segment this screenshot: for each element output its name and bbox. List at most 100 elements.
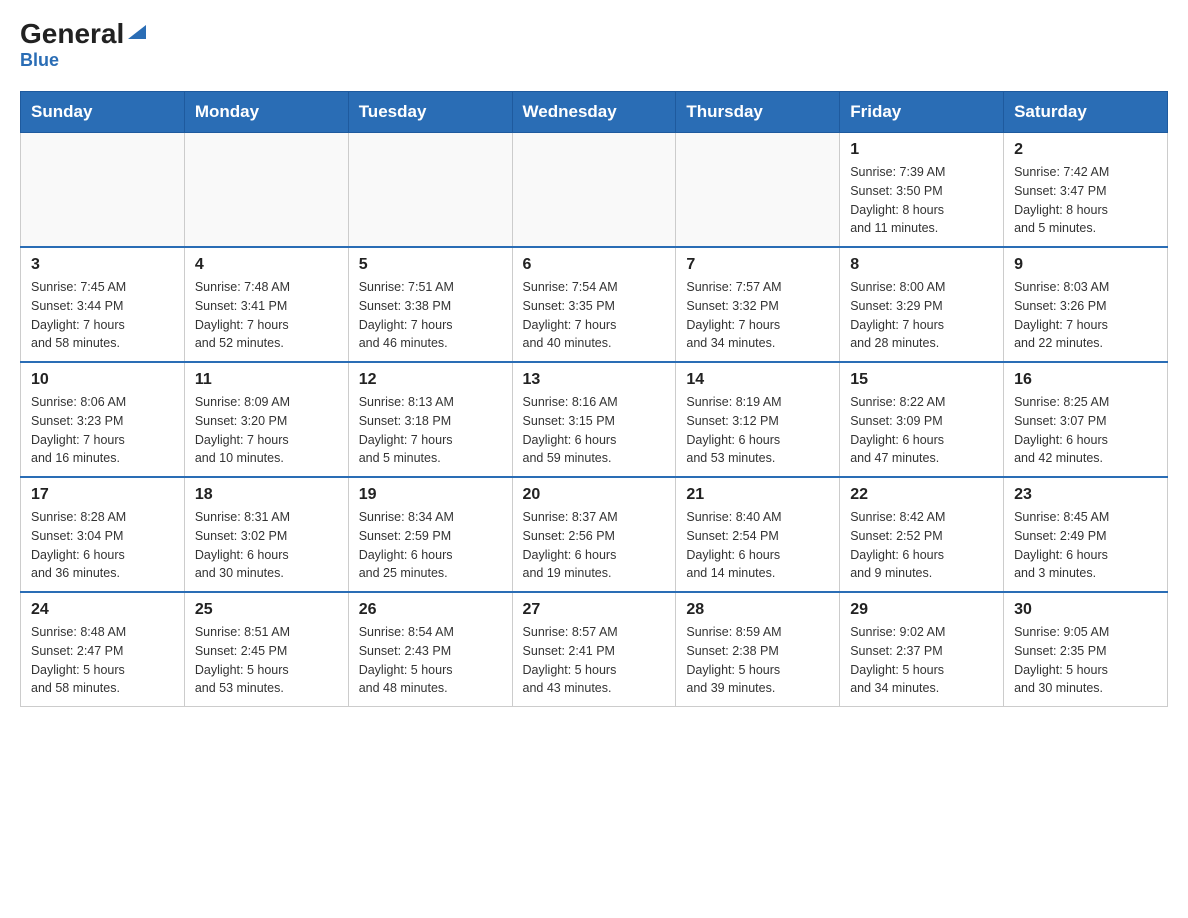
- day-number: 29: [850, 601, 993, 619]
- calendar-cell: 24 Sunrise: 8:48 AMSunset: 2:47 PMDayligh…: [21, 592, 185, 707]
- day-info: Sunrise: 8:22 AMSunset: 3:09 PMDaylight:…: [850, 393, 993, 468]
- calendar-cell: 14 Sunrise: 8:19 AMSunset: 3:12 PMDayligh…: [676, 362, 840, 477]
- day-info: Sunrise: 7:51 AMSunset: 3:38 PMDaylight:…: [359, 278, 502, 353]
- calendar-table: SundayMondayTuesdayWednesdayThursdayFrid…: [20, 91, 1168, 707]
- day-info: Sunrise: 8:34 AMSunset: 2:59 PMDaylight:…: [359, 508, 502, 583]
- calendar-cell: 7Sunrise: 7:57 AMSunset: 3:32 PMDaylight…: [676, 247, 840, 362]
- header-tuesday: Tuesday: [348, 92, 512, 133]
- calendar-cell: 28 Sunrise: 8:59 AMSunset: 2:38 PMDayligh…: [676, 592, 840, 707]
- day-info: Sunrise: 8:28 AMSunset: 3:04 PMDaylight:…: [31, 508, 174, 583]
- day-info: Sunrise: 8:09 AMSunset: 3:20 PMDaylight:…: [195, 393, 338, 468]
- day-number: 4: [195, 256, 338, 274]
- calendar-week-5: 24 Sunrise: 8:48 AMSunset: 2:47 PMDayligh…: [21, 592, 1168, 707]
- day-number: 16: [1014, 371, 1157, 389]
- day-info: Sunrise: 7:42 AMSunset: 3:47 PMDaylight:…: [1014, 163, 1157, 238]
- day-number: 18: [195, 486, 338, 504]
- day-number: 9: [1014, 256, 1157, 274]
- day-number: 28: [686, 601, 829, 619]
- day-info: Sunrise: 8:25 AMSunset: 3:07 PMDaylight:…: [1014, 393, 1157, 468]
- calendar-cell: 19 Sunrise: 8:34 AMSunset: 2:59 PMDayligh…: [348, 477, 512, 592]
- day-info: Sunrise: 8:13 AMSunset: 3:18 PMDaylight:…: [359, 393, 502, 468]
- calendar-cell: 29Sunrise: 9:02 AMSunset: 2:37 PMDayligh…: [840, 592, 1004, 707]
- calendar-week-2: 3 Sunrise: 7:45 AMSunset: 3:44 PMDaylight…: [21, 247, 1168, 362]
- calendar-cell: 4 Sunrise: 7:48 AMSunset: 3:41 PMDaylight…: [184, 247, 348, 362]
- day-number: 23: [1014, 486, 1157, 504]
- calendar-cell: 18 Sunrise: 8:31 AMSunset: 3:02 PMDayligh…: [184, 477, 348, 592]
- calendar-cell: 17 Sunrise: 8:28 AMSunset: 3:04 PMDayligh…: [21, 477, 185, 592]
- calendar-cell: [21, 133, 185, 248]
- day-number: 2: [1014, 141, 1157, 159]
- day-info: Sunrise: 8:06 AMSunset: 3:23 PMDaylight:…: [31, 393, 174, 468]
- day-number: 14: [686, 371, 829, 389]
- day-number: 5: [359, 256, 502, 274]
- day-number: 25: [195, 601, 338, 619]
- day-info: Sunrise: 8:51 AMSunset: 2:45 PMDaylight:…: [195, 623, 338, 698]
- day-info: Sunrise: 8:03 AMSunset: 3:26 PMDaylight:…: [1014, 278, 1157, 353]
- day-number: 20: [523, 486, 666, 504]
- calendar-week-4: 17 Sunrise: 8:28 AMSunset: 3:04 PMDayligh…: [21, 477, 1168, 592]
- day-number: 17: [31, 486, 174, 504]
- day-info: Sunrise: 8:16 AMSunset: 3:15 PMDaylight:…: [523, 393, 666, 468]
- day-number: 24: [31, 601, 174, 619]
- day-info: Sunrise: 8:57 AMSunset: 2:41 PMDaylight:…: [523, 623, 666, 698]
- day-number: 19: [359, 486, 502, 504]
- day-number: 26: [359, 601, 502, 619]
- day-number: 21: [686, 486, 829, 504]
- calendar-cell: 30 Sunrise: 9:05 AMSunset: 2:35 PMDayligh…: [1004, 592, 1168, 707]
- day-info: Sunrise: 8:00 AMSunset: 3:29 PMDaylight:…: [850, 278, 993, 353]
- logo: General Blue: [20, 20, 148, 71]
- day-info: Sunrise: 9:05 AMSunset: 2:35 PMDaylight:…: [1014, 623, 1157, 698]
- day-info: Sunrise: 8:48 AMSunset: 2:47 PMDaylight:…: [31, 623, 174, 698]
- day-number: 10: [31, 371, 174, 389]
- header-monday: Monday: [184, 92, 348, 133]
- day-info: Sunrise: 8:42 AMSunset: 2:52 PMDaylight:…: [850, 508, 993, 583]
- day-number: 22: [850, 486, 993, 504]
- day-number: 7: [686, 256, 829, 274]
- calendar-cell: 12 Sunrise: 8:13 AMSunset: 3:18 PMDayligh…: [348, 362, 512, 477]
- logo-general: General: [20, 20, 124, 48]
- calendar-week-1: 1 Sunrise: 7:39 AMSunset: 3:50 PMDaylight…: [21, 133, 1168, 248]
- day-number: 12: [359, 371, 502, 389]
- calendar-cell: 11 Sunrise: 8:09 AMSunset: 3:20 PMDayligh…: [184, 362, 348, 477]
- day-info: Sunrise: 8:54 AMSunset: 2:43 PMDaylight:…: [359, 623, 502, 698]
- calendar-cell: 16 Sunrise: 8:25 AMSunset: 3:07 PMDayligh…: [1004, 362, 1168, 477]
- logo-blue: Blue: [20, 50, 59, 71]
- day-info: Sunrise: 8:19 AMSunset: 3:12 PMDaylight:…: [686, 393, 829, 468]
- header-sunday: Sunday: [21, 92, 185, 133]
- day-number: 30: [1014, 601, 1157, 619]
- calendar-cell: 8 Sunrise: 8:00 AMSunset: 3:29 PMDaylight…: [840, 247, 1004, 362]
- calendar-cell: 20 Sunrise: 8:37 AMSunset: 2:56 PMDayligh…: [512, 477, 676, 592]
- calendar-cell: 1 Sunrise: 7:39 AMSunset: 3:50 PMDaylight…: [840, 133, 1004, 248]
- day-info: Sunrise: 7:39 AMSunset: 3:50 PMDaylight:…: [850, 163, 993, 238]
- header-thursday: Thursday: [676, 92, 840, 133]
- header-saturday: Saturday: [1004, 92, 1168, 133]
- day-info: Sunrise: 8:59 AMSunset: 2:38 PMDaylight:…: [686, 623, 829, 698]
- logo-icon: [126, 21, 148, 43]
- day-number: 13: [523, 371, 666, 389]
- calendar-cell: 10 Sunrise: 8:06 AMSunset: 3:23 PMDayligh…: [21, 362, 185, 477]
- calendar-cell: 5 Sunrise: 7:51 AMSunset: 3:38 PMDaylight…: [348, 247, 512, 362]
- calendar-cell: 3 Sunrise: 7:45 AMSunset: 3:44 PMDaylight…: [21, 247, 185, 362]
- day-info: Sunrise: 7:45 AMSunset: 3:44 PMDaylight:…: [31, 278, 174, 353]
- calendar-cell: 6 Sunrise: 7:54 AMSunset: 3:35 PMDaylight…: [512, 247, 676, 362]
- day-number: 27: [523, 601, 666, 619]
- header: General Blue: [20, 20, 1168, 71]
- day-info: Sunrise: 8:37 AMSunset: 2:56 PMDaylight:…: [523, 508, 666, 583]
- header-friday: Friday: [840, 92, 1004, 133]
- day-number: 11: [195, 371, 338, 389]
- day-info: Sunrise: 8:45 AMSunset: 2:49 PMDaylight:…: [1014, 508, 1157, 583]
- day-info: Sunrise: 7:48 AMSunset: 3:41 PMDaylight:…: [195, 278, 338, 353]
- calendar-cell: 21 Sunrise: 8:40 AMSunset: 2:54 PMDayligh…: [676, 477, 840, 592]
- day-info: Sunrise: 8:31 AMSunset: 3:02 PMDaylight:…: [195, 508, 338, 583]
- day-info: Sunrise: 8:40 AMSunset: 2:54 PMDaylight:…: [686, 508, 829, 583]
- day-number: 8: [850, 256, 993, 274]
- calendar-cell: 25 Sunrise: 8:51 AMSunset: 2:45 PMDayligh…: [184, 592, 348, 707]
- day-number: 3: [31, 256, 174, 274]
- day-info: Sunrise: 7:54 AMSunset: 3:35 PMDaylight:…: [523, 278, 666, 353]
- day-number: 1: [850, 141, 993, 159]
- calendar-cell: 26 Sunrise: 8:54 AMSunset: 2:43 PMDayligh…: [348, 592, 512, 707]
- calendar-cell: 13 Sunrise: 8:16 AMSunset: 3:15 PMDayligh…: [512, 362, 676, 477]
- day-number: 6: [523, 256, 666, 274]
- calendar-cell: 23 Sunrise: 8:45 AMSunset: 2:49 PMDayligh…: [1004, 477, 1168, 592]
- header-wednesday: Wednesday: [512, 92, 676, 133]
